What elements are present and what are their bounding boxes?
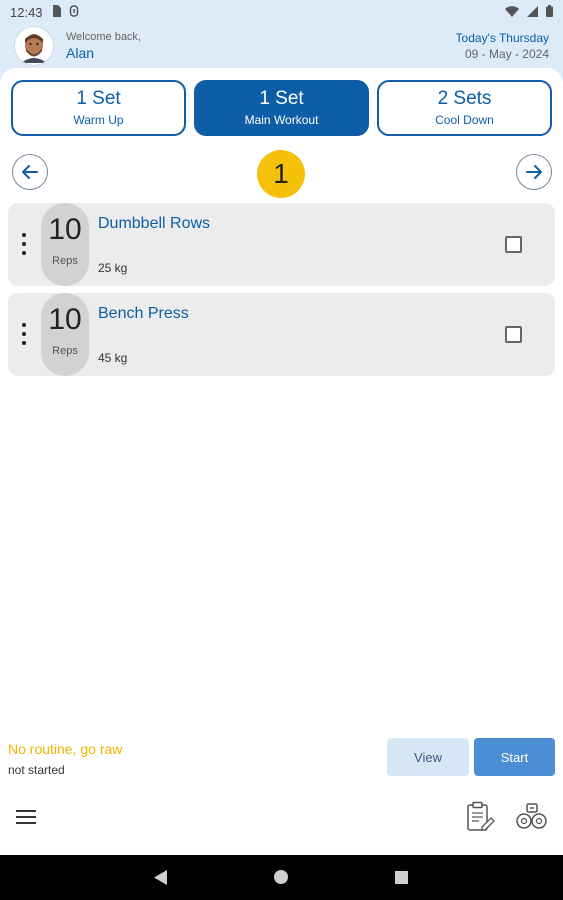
next-set-button[interactable]: [516, 154, 552, 190]
signal-icon: [527, 5, 538, 20]
sim-card-icon: [51, 4, 61, 20]
exercise-list: 10 Reps Dumbbell Rows 25 kg 10 Reps Benc…: [8, 203, 555, 383]
tab-sets-count: 2 Sets: [437, 88, 492, 109]
reps-label: Reps: [52, 255, 78, 267]
status-bar: 12:43: [0, 0, 563, 24]
more-options-icon[interactable]: [18, 323, 30, 345]
recent-apps-icon[interactable]: [395, 871, 408, 884]
previous-set-button[interactable]: [12, 154, 48, 190]
today-date: 09 - May - 2024: [464, 47, 549, 61]
tab-cool-down[interactable]: 2 Sets Cool Down: [377, 80, 552, 136]
view-button[interactable]: View: [387, 738, 469, 776]
greeting: Welcome back, Alan: [66, 30, 141, 62]
status-left: 12:43: [10, 4, 79, 20]
tab-warm-up[interactable]: 1 Set Warm Up: [11, 80, 186, 136]
routine-info: No routine, go raw not started: [8, 740, 122, 778]
arrow-right-icon: [526, 165, 542, 179]
reps-pill: 10 Reps: [41, 293, 89, 376]
home-icon[interactable]: [274, 870, 288, 884]
exercise-done-checkbox[interactable]: [505, 326, 522, 343]
dumbbell-weights-icon[interactable]: [515, 802, 549, 837]
tab-sets-count: 1 Set: [76, 88, 121, 109]
tab-label: Warm Up: [73, 113, 124, 127]
user-info: Welcome back, Alan: [14, 26, 141, 66]
tab-label: Cool Down: [435, 113, 494, 127]
arrow-left-icon: [22, 165, 38, 179]
tab-main-workout[interactable]: 1 Set Main Workout: [194, 80, 369, 136]
reps-pill: 10 Reps: [41, 203, 89, 286]
today-day: Today's Thursday: [455, 31, 549, 45]
battery-icon: [546, 4, 553, 20]
wifi-icon: [505, 5, 519, 20]
more-options-icon[interactable]: [18, 233, 30, 255]
reps-value: 10: [48, 303, 82, 336]
user-avatar-icon: [21, 34, 47, 63]
status-time: 12:43: [10, 4, 43, 20]
exercise-done-checkbox[interactable]: [505, 236, 522, 253]
workout-phase-tabs: 1 Set Warm Up 1 Set Main Workout 2 Sets …: [11, 80, 552, 136]
clipboard-icon[interactable]: [465, 801, 495, 838]
tab-label: Main Workout: [244, 113, 319, 127]
reps-value: 10: [48, 213, 82, 246]
date-block: Today's Thursday 09 - May - 2024: [456, 30, 549, 62]
exercise-weight: 45 kg: [98, 351, 128, 365]
main-panel: 1 Set Warm Up 1 Set Main Workout 2 Sets …: [0, 68, 563, 855]
app-header: Welcome back, Alan Today's Thursday 09 -…: [0, 24, 563, 68]
reps-label: Reps: [52, 345, 78, 357]
set-navigation: 1: [12, 150, 552, 198]
routine-title: No routine, go raw: [8, 741, 123, 757]
exercise-row-bench-press[interactable]: 10 Reps Bench Press 45 kg: [8, 293, 555, 376]
system-navigation-bar: [0, 855, 563, 900]
menu-icon[interactable]: [16, 810, 36, 824]
start-button[interactable]: Start: [474, 738, 555, 776]
exercise-name: Bench Press: [98, 305, 189, 322]
tab-sets-count: 1 Set: [259, 88, 304, 109]
username: Alan: [66, 45, 95, 61]
routine-status: not started: [8, 763, 65, 777]
exercise-row-dumbbell-rows[interactable]: 10 Reps Dumbbell Rows 25 kg: [8, 203, 555, 286]
sync-icon: [69, 4, 79, 20]
avatar[interactable]: [14, 26, 54, 66]
bottom-toolbar: [0, 796, 563, 840]
exercise-name: Dumbbell Rows: [98, 215, 211, 232]
welcome-text: Welcome back,: [66, 31, 141, 43]
back-icon[interactable]: [154, 870, 168, 890]
status-right: [505, 4, 553, 20]
exercise-weight: 25 kg: [98, 261, 128, 275]
current-set-number: 1: [257, 150, 305, 198]
